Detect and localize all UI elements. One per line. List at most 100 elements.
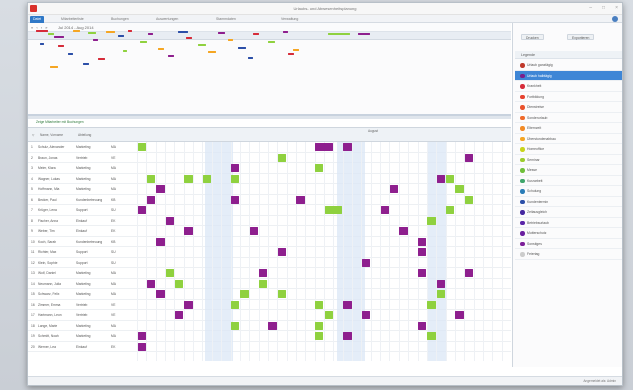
- booking-block[interactable]: [165, 269, 174, 277]
- tab-stammdaten[interactable]: Stammdaten: [213, 16, 239, 23]
- panel-splitter[interactable]: [28, 116, 511, 119]
- booking-block[interactable]: [296, 195, 305, 204]
- booking-block[interactable]: [399, 227, 408, 235]
- legend-item[interactable]: Krankheit: [515, 81, 622, 92]
- export-button[interactable]: Exportieren: [567, 34, 595, 40]
- help-icon[interactable]: [612, 16, 618, 22]
- booking-block[interactable]: [446, 174, 455, 183]
- booking-block[interactable]: [315, 300, 324, 309]
- booking-block[interactable]: [184, 227, 193, 235]
- legend-item[interactable]: Feiertag: [515, 249, 622, 260]
- booking-block[interactable]: [137, 332, 146, 340]
- legend-item[interactable]: Dienstreise: [515, 102, 622, 113]
- booking-block[interactable]: [137, 206, 146, 214]
- booking-block[interactable]: [156, 185, 165, 193]
- booking-block[interactable]: [464, 195, 474, 204]
- booking-block[interactable]: [240, 290, 249, 298]
- booking-block[interactable]: [418, 237, 427, 246]
- booking-block[interactable]: [259, 269, 268, 277]
- tab-mitarbeiterliste[interactable]: Mitarbeiterliste: [58, 16, 87, 23]
- booking-block[interactable]: [174, 311, 184, 319]
- header-name[interactable]: Name, Vorname: [40, 133, 63, 137]
- color-dot-icon: [520, 220, 525, 225]
- legend-item[interactable]: Messe: [515, 165, 622, 176]
- booking-block[interactable]: [174, 279, 184, 288]
- booking-block[interactable]: [268, 321, 277, 330]
- booking-block[interactable]: [361, 258, 371, 267]
- booking-block[interactable]: [315, 332, 324, 340]
- booking-block[interactable]: [315, 143, 333, 151]
- booking-block[interactable]: [361, 311, 371, 319]
- legend-item[interactable]: Sonderurlaub: [515, 113, 622, 123]
- close-icon[interactable]: ×: [615, 5, 618, 11]
- legend-item[interactable]: Seminar: [515, 155, 622, 165]
- booking-block[interactable]: [389, 185, 399, 193]
- legend-item[interactable]: Elternzeit: [515, 123, 622, 134]
- booking-block[interactable]: [436, 290, 446, 298]
- booking-block[interactable]: [231, 195, 240, 204]
- print-button[interactable]: Drucken: [521, 34, 544, 40]
- booking-block[interactable]: [343, 300, 352, 309]
- booking-block[interactable]: [427, 300, 436, 309]
- booking-block[interactable]: [427, 332, 436, 340]
- booking-block[interactable]: [418, 321, 427, 330]
- booking-block[interactable]: [202, 174, 212, 183]
- booking-block[interactable]: [137, 143, 146, 151]
- booking-block[interactable]: [418, 269, 427, 277]
- legend-item[interactable]: Schulung: [515, 186, 622, 197]
- booking-block[interactable]: [184, 300, 193, 309]
- booking-block[interactable]: [464, 269, 474, 277]
- booking-block[interactable]: [259, 279, 268, 288]
- legend-item[interactable]: Kurzarbeit: [515, 176, 622, 186]
- booking-block[interactable]: [156, 290, 165, 298]
- legend-item[interactable]: Urlaub halbtägig: [515, 70, 622, 81]
- booking-block[interactable]: [165, 216, 174, 225]
- booking-block[interactable]: [436, 279, 446, 288]
- legend-item[interactable]: Kundentermin: [515, 197, 622, 207]
- booking-block[interactable]: [324, 311, 333, 319]
- tab-buchungen[interactable]: Buchungen: [108, 16, 132, 23]
- header-dept[interactable]: Abteilung: [78, 133, 91, 137]
- tab-datei[interactable]: Datei: [30, 16, 45, 23]
- legend-item[interactable]: Mutterschutz: [515, 228, 622, 239]
- booking-block[interactable]: [343, 332, 352, 340]
- booking-block[interactable]: [277, 248, 287, 256]
- booking-block[interactable]: [418, 248, 427, 256]
- booking-block[interactable]: [249, 227, 259, 235]
- tab-verwaltung[interactable]: Verwaltung: [278, 16, 301, 23]
- legend-item[interactable]: Fortbildung: [515, 92, 622, 102]
- booking-block[interactable]: [464, 153, 474, 162]
- booking-block[interactable]: [446, 206, 455, 214]
- booking-block[interactable]: [455, 311, 464, 319]
- maximize-icon[interactable]: □: [602, 5, 605, 11]
- booking-block[interactable]: [137, 342, 146, 351]
- filter-icon[interactable]: ▽: [32, 133, 34, 137]
- booking-block[interactable]: [315, 321, 324, 330]
- booking-block[interactable]: [231, 300, 240, 309]
- booking-block[interactable]: [184, 174, 193, 183]
- booking-block[interactable]: [436, 174, 446, 183]
- legend-item[interactable]: Betriebsurlaub: [515, 218, 622, 228]
- booking-block[interactable]: [277, 153, 287, 162]
- legend-item[interactable]: Zeitausgleich: [515, 207, 622, 218]
- booking-block[interactable]: [231, 164, 240, 172]
- booking-block[interactable]: [146, 279, 156, 288]
- booking-block[interactable]: [380, 206, 389, 214]
- legend-item[interactable]: Homeoffice: [515, 144, 622, 155]
- booking-block[interactable]: [231, 174, 240, 183]
- booking-block[interactable]: [324, 206, 343, 214]
- booking-block[interactable]: [277, 290, 287, 298]
- booking-block[interactable]: [315, 164, 324, 172]
- booking-block[interactable]: [427, 216, 436, 225]
- legend-item[interactable]: Überstundenabbau: [515, 134, 622, 144]
- booking-block[interactable]: [146, 195, 156, 204]
- booking-block[interactable]: [156, 237, 165, 246]
- booking-block[interactable]: [455, 185, 464, 193]
- booking-block[interactable]: [146, 174, 156, 183]
- legend-item[interactable]: Sonstiges: [515, 239, 622, 249]
- minimize-icon[interactable]: –: [589, 5, 592, 11]
- booking-block[interactable]: [231, 321, 240, 330]
- tab-auswertungen[interactable]: Auswertungen: [153, 16, 181, 23]
- booking-block[interactable]: [343, 143, 352, 151]
- legend-item[interactable]: Urlaub ganztägig: [515, 60, 622, 71]
